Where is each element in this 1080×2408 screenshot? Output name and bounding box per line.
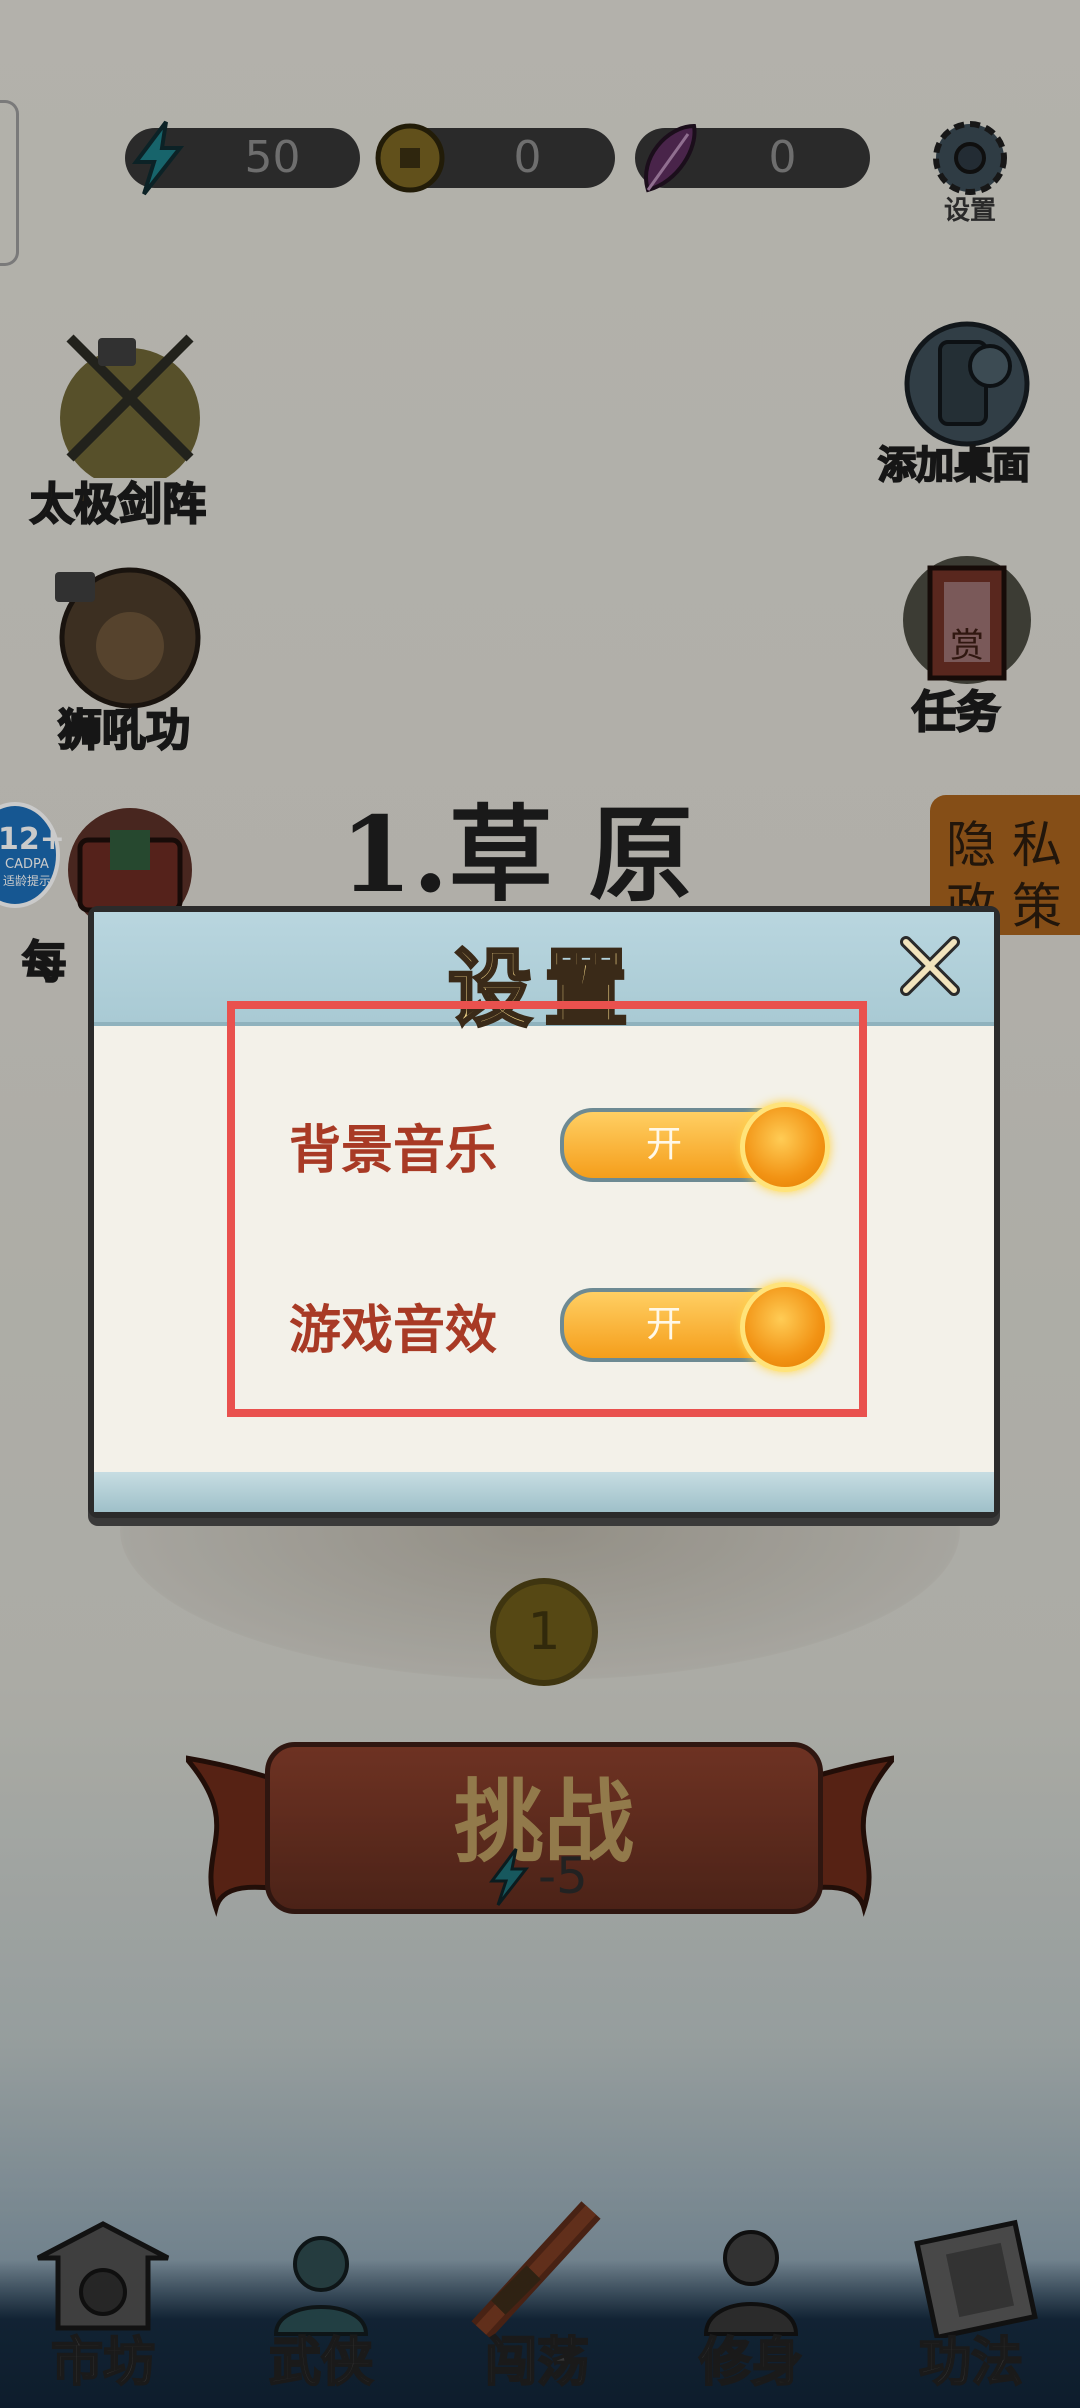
highlight-box — [227, 1001, 867, 1417]
close-icon[interactable] — [898, 934, 962, 998]
settings-dialog-footer — [94, 1472, 994, 1512]
